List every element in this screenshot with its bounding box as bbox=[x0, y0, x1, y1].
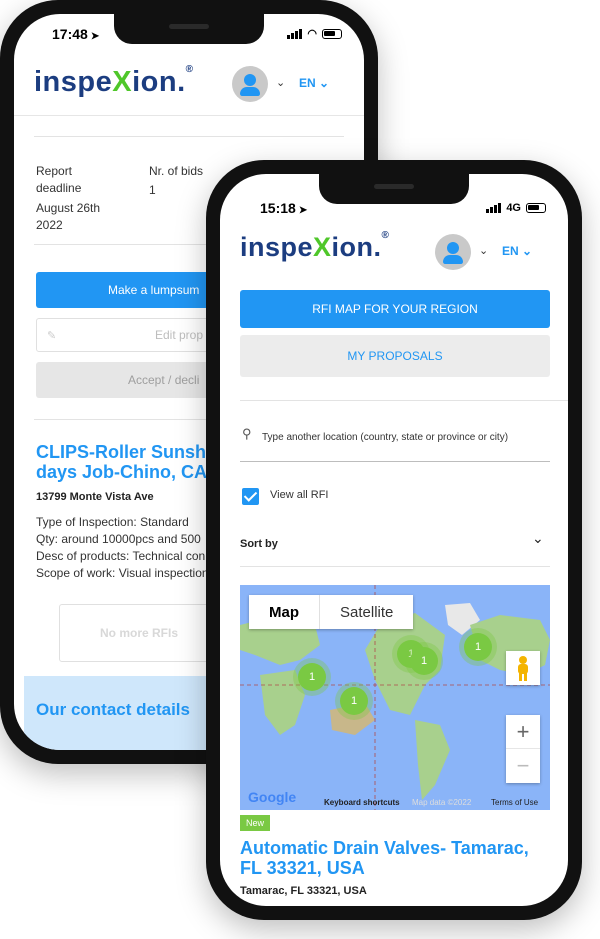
logo[interactable]: inspeXion.® bbox=[240, 230, 389, 263]
view-all-label: View all RFI bbox=[270, 489, 329, 501]
zoom-controls: + − bbox=[506, 715, 540, 783]
no-more-rfis-button[interactable]: No more RFIs bbox=[59, 604, 219, 662]
rfi-address: Tamarac, FL 33321, USA bbox=[240, 885, 367, 897]
detail-line: Qty: around 10000pcs and 500 bbox=[36, 532, 201, 546]
chevron-down-icon[interactable]: ⌄ bbox=[479, 244, 488, 257]
rfi-title[interactable]: Automatic Drain Valves- Tamarac, FL 3332… bbox=[240, 838, 540, 878]
language-selector[interactable]: EN ⌄ bbox=[299, 76, 329, 90]
detail-line: Desc of products: Technical con bbox=[36, 549, 206, 563]
zoom-in-button[interactable]: + bbox=[506, 715, 540, 749]
contact-heading: Our contact details bbox=[36, 700, 190, 719]
zoom-out-button[interactable]: − bbox=[506, 749, 540, 783]
tab-map[interactable]: Map bbox=[249, 595, 319, 629]
bids-label: Nr. of bids bbox=[149, 164, 204, 178]
location-input[interactable]: ⚲ Type another location (country, state … bbox=[240, 420, 550, 462]
app-header: inspeXion.® ⌄ EN ⌄ bbox=[220, 220, 568, 282]
pencil-icon: ✎ bbox=[47, 329, 57, 342]
detail-line: Type of Inspection: Standard bbox=[36, 515, 189, 529]
bids-value: 1 bbox=[149, 183, 156, 197]
location-placeholder: Type another location (country, state or… bbox=[262, 432, 509, 443]
rfi-details: Type of Inspection: Standard Qty: around… bbox=[36, 514, 216, 582]
language-selector[interactable]: EN ⌄ bbox=[502, 244, 532, 258]
avatar[interactable] bbox=[232, 66, 268, 102]
my-proposals-button[interactable]: MY PROPOSALS bbox=[240, 335, 550, 377]
google-logo: Google bbox=[248, 789, 297, 805]
tab-satellite[interactable]: Satellite bbox=[319, 595, 413, 629]
battery-icon bbox=[322, 28, 342, 39]
rfi-map-button[interactable]: RFI MAP FOR YOUR REGION bbox=[240, 290, 550, 328]
app-header: inspeXion.® ⌄ EN ⌄ bbox=[14, 54, 364, 116]
new-badge: New bbox=[240, 815, 271, 831]
map-type-tabs: Map Satellite bbox=[249, 595, 414, 629]
front-screen: 15:18 ➤ 4G inspeXion.® ⌄ EN ⌄ RFI MAP FOR… bbox=[220, 174, 568, 906]
view-all-checkbox[interactable] bbox=[242, 488, 259, 505]
location-pin-icon: ⚲ bbox=[242, 426, 252, 441]
notch bbox=[319, 174, 469, 204]
network-label: 4G bbox=[506, 202, 521, 214]
battery-icon bbox=[526, 203, 546, 213]
report-deadline-label: Report deadline bbox=[36, 164, 82, 195]
map-cluster-marker[interactable]: 1 bbox=[340, 687, 368, 715]
rfi-address: 13799 Monte Vista Ave bbox=[36, 491, 154, 503]
logo[interactable]: inspeXion.® bbox=[34, 64, 194, 99]
notch bbox=[114, 14, 264, 44]
status-time: 15:18 ➤ bbox=[260, 200, 308, 216]
map-data-attribution: Map data ©2022 bbox=[412, 798, 472, 807]
divider bbox=[34, 136, 344, 137]
front-content: RFI MAP FOR YOUR REGION MY PROPOSALS ⚲ T… bbox=[220, 290, 568, 906]
map-cluster-marker[interactable]: 1 bbox=[298, 663, 326, 691]
divider bbox=[240, 566, 550, 567]
avatar[interactable] bbox=[435, 234, 471, 270]
status-icons: ◠ bbox=[287, 27, 342, 40]
detail-line: Scope of work: Visual inspection bbox=[36, 566, 209, 580]
status-icons: 4G bbox=[486, 202, 546, 214]
rfi-map[interactable]: Map Satellite 1 1 1 1 1 + bbox=[240, 585, 550, 810]
keyboard-shortcuts-link[interactable]: Keyboard shortcuts bbox=[324, 798, 400, 807]
divider bbox=[240, 400, 568, 401]
wifi-icon: ◠ bbox=[307, 28, 317, 40]
pegman-figure bbox=[518, 656, 528, 681]
rfi-title[interactable]: CLIPS-Roller Sunsh days Job-Chino, CA bbox=[36, 442, 216, 482]
chevron-down-icon[interactable]: ⌄ bbox=[276, 76, 285, 89]
map-cluster-marker[interactable]: 1 bbox=[410, 647, 438, 675]
pegman-icon[interactable] bbox=[506, 651, 540, 685]
report-deadline-value: August 26th 2022 bbox=[36, 201, 101, 232]
sort-label: Sort by bbox=[240, 538, 278, 550]
signal-icon bbox=[287, 28, 303, 39]
front-phone: 15:18 ➤ 4G inspeXion.® ⌄ EN ⌄ RFI MAP FOR… bbox=[206, 160, 582, 920]
terms-of-use-link[interactable]: Terms of Use bbox=[491, 798, 538, 807]
map-cluster-marker[interactable]: 1 bbox=[464, 633, 492, 661]
signal-icon bbox=[486, 203, 502, 213]
chevron-down-icon[interactable]: ⌄ bbox=[532, 530, 544, 547]
status-time: 17:48 ➤ bbox=[52, 26, 100, 42]
